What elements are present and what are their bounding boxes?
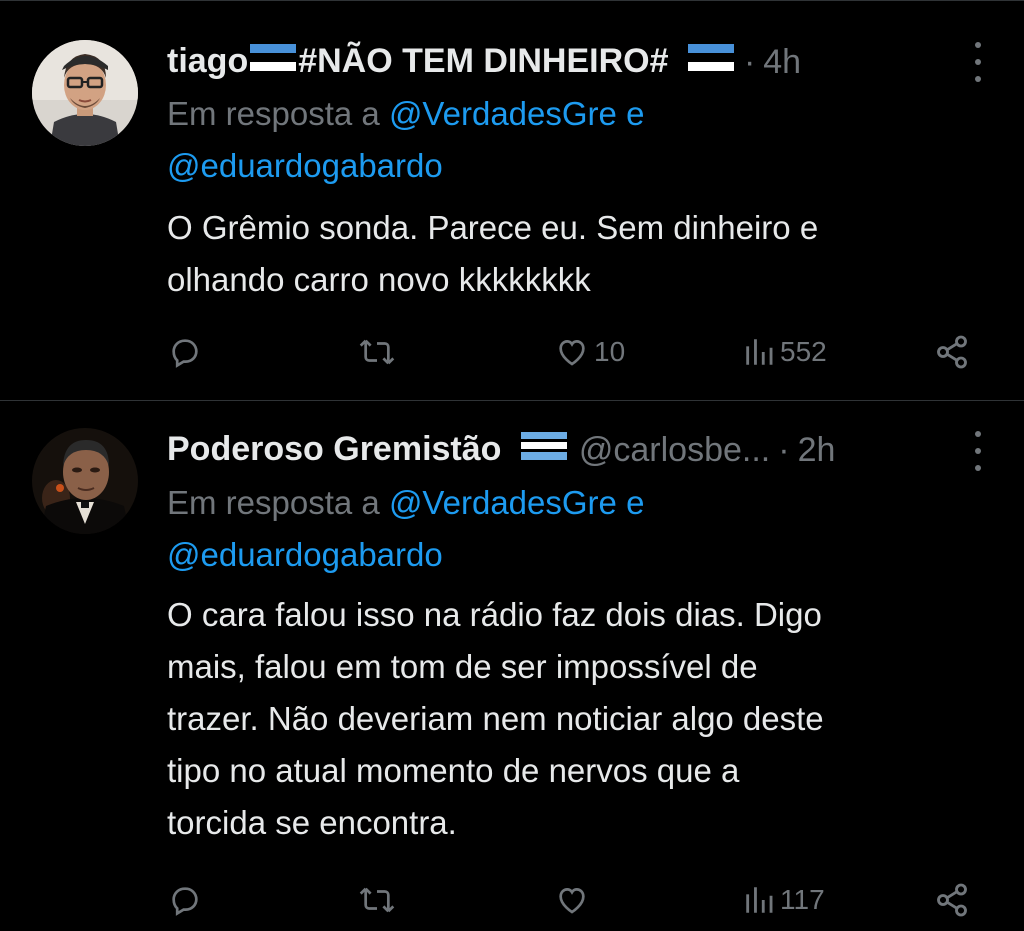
reply-context: Em resposta a @VerdadesGre e @eduardogab…	[167, 477, 967, 581]
more-icon[interactable]	[970, 431, 986, 471]
reply-and: e	[626, 484, 645, 521]
estonia-flag-icon	[687, 43, 734, 82]
view-count: 117	[780, 884, 825, 915]
mention-link[interactable]: @eduardogabardo	[167, 147, 443, 184]
tweet-text: O cara falou isso na rádio faz dois dias…	[167, 596, 824, 841]
timestamp[interactable]: 4h	[763, 43, 801, 82]
share-button[interactable]	[934, 327, 970, 377]
like-count: 10	[594, 336, 626, 367]
retweet-button[interactable]	[358, 327, 396, 377]
reply-icon	[168, 883, 202, 917]
separator-dot: ·	[743, 42, 756, 81]
view-count: 552	[780, 336, 827, 367]
display-name-text: Poderoso Gremistão	[167, 429, 502, 468]
tweet-2[interactable]: Poderoso Gremistão @carlosbe... · 2h Em …	[0, 401, 1024, 931]
mention-link[interactable]: @VerdadesGre	[389, 484, 617, 521]
timeline: tiago #NÃO TEM DINHEIRO# · 4h Em resposta…	[0, 0, 1024, 931]
action-bar: 10 552	[0, 327, 1024, 377]
gremio-flag-icon	[520, 431, 567, 470]
retweet-icon	[358, 335, 396, 369]
avatar[interactable]	[32, 428, 138, 534]
views-button[interactable]: 117	[742, 875, 825, 925]
tweet-text: O Grêmio sonda. Parece eu. Sem dinheiro …	[167, 209, 819, 298]
share-icon	[934, 882, 970, 918]
estonia-flag-icon	[250, 43, 297, 82]
display-name-rest: #NÃO TEM DINHEIRO#	[298, 41, 669, 80]
avatar[interactable]	[32, 40, 138, 146]
separator-dot: ·	[778, 430, 790, 469]
views-icon	[742, 883, 776, 917]
more-icon[interactable]	[970, 42, 986, 82]
timestamp[interactable]: 2h	[798, 431, 836, 470]
reply-prefix: Em resposta a	[167, 95, 380, 132]
views-icon	[742, 335, 776, 369]
tweet-header: Poderoso Gremistão @carlosbe... · 2h	[167, 425, 944, 475]
reply-and: e	[626, 95, 645, 132]
mention-link[interactable]: @VerdadesGre	[389, 95, 617, 132]
retweet-button[interactable]	[358, 875, 396, 925]
display-name[interactable]: Poderoso Gremistão	[167, 430, 569, 471]
reply-context: Em resposta a @VerdadesGre e @eduardogab…	[167, 88, 967, 192]
share-button[interactable]	[934, 875, 970, 925]
like-button[interactable]	[554, 875, 594, 925]
reply-prefix: Em resposta a	[167, 484, 380, 521]
tweet-1[interactable]: tiago #NÃO TEM DINHEIRO# · 4h Em resposta…	[0, 0, 1024, 400]
retweet-icon	[358, 883, 396, 917]
like-icon	[554, 883, 590, 917]
mention-link[interactable]: @eduardogabardo	[167, 536, 443, 573]
reply-button[interactable]	[168, 327, 202, 377]
display-name[interactable]: tiago #NÃO TEM DINHEIRO#	[167, 42, 736, 83]
views-button[interactable]: 552	[742, 327, 827, 377]
reply-button[interactable]	[168, 875, 202, 925]
reply-icon	[168, 335, 202, 369]
user-handle[interactable]: @carlosbe...	[579, 431, 770, 470]
like-button[interactable]: 10	[554, 327, 625, 377]
share-icon	[934, 334, 970, 370]
like-icon	[554, 335, 590, 369]
action-bar: 117	[0, 875, 1024, 925]
tweet-header: tiago #NÃO TEM DINHEIRO# · 4h	[167, 37, 944, 87]
display-name-text: tiago	[167, 41, 249, 80]
